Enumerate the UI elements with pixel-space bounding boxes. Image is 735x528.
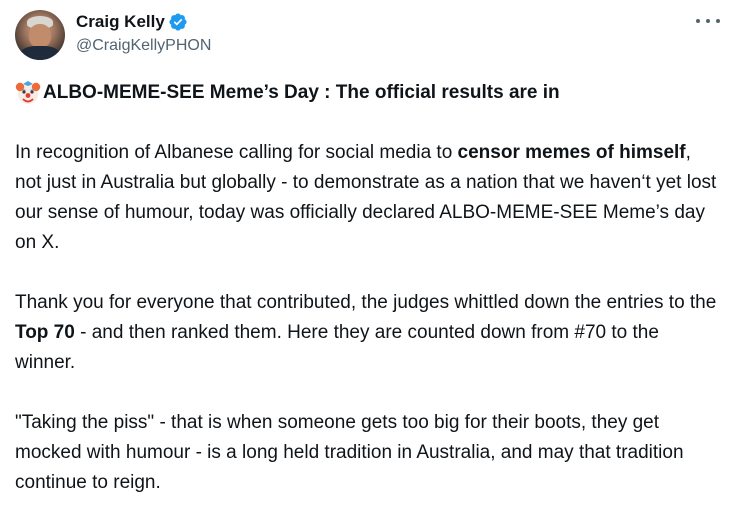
tweet-title-line: ALBO-MEME-SEE Meme’s Day : The official …: [15, 78, 720, 108]
p1-bold: censor memes of himself: [457, 142, 686, 163]
p2-text-a: Thank you for everyone that contributed,…: [15, 292, 717, 313]
more-options-icon[interactable]: [696, 10, 720, 32]
tweet-header: Craig Kelly @CraigKellyPHON: [76, 11, 211, 57]
more-dot: [716, 19, 720, 23]
p1-text-a: In recognition of Albanese calling for s…: [15, 142, 458, 163]
more-dot: [696, 19, 700, 23]
name-row: Craig Kelly: [76, 11, 211, 33]
p2-text-c: - and then ranked them. Here they are co…: [15, 322, 659, 373]
tweet-paragraph-2: Thank you for everyone that contributed,…: [15, 288, 720, 378]
tweet-title: ALBO-MEME-SEE Meme’s Day : The official …: [43, 82, 560, 103]
display-name[interactable]: Craig Kelly: [76, 11, 165, 33]
tweet-text: ALBO-MEME-SEE Meme’s Day : The official …: [15, 78, 720, 528]
avatar-suit: [20, 46, 60, 60]
avatar-face: [29, 24, 51, 48]
tweet: Craig Kelly @CraigKellyPHON ALBO-MEME-SE…: [0, 0, 735, 508]
p2-bold: Top 70: [15, 322, 75, 343]
handle[interactable]: @CraigKellyPHON: [76, 35, 211, 57]
tweet-paragraph-3: "Taking the piss" - that is when someone…: [15, 412, 684, 493]
more-dot: [706, 19, 710, 23]
avatar[interactable]: [15, 10, 65, 60]
tweet-paragraph-1: In recognition of Albanese calling for s…: [15, 138, 720, 258]
verified-badge-icon[interactable]: [168, 12, 188, 32]
clown-face-icon: [15, 81, 41, 104]
